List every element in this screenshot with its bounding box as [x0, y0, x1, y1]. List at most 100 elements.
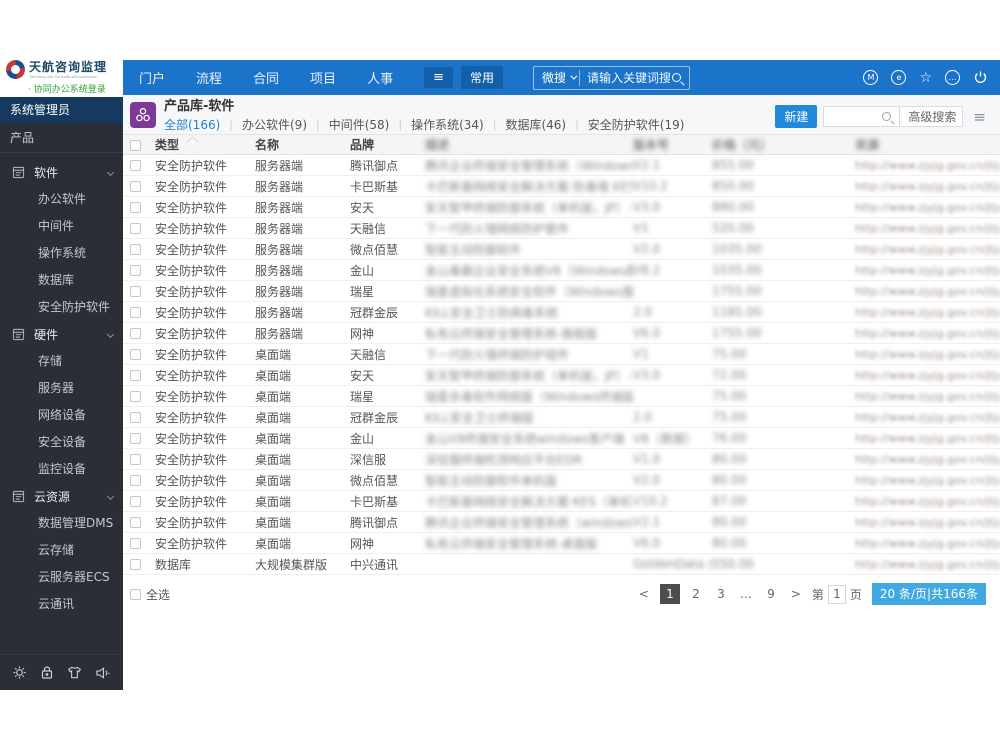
sidebar-section-product[interactable]: 产品: [0, 123, 123, 153]
toolbar: 新建 高级搜索 ≡: [775, 105, 986, 128]
row-checkbox[interactable]: [130, 517, 141, 528]
nav-item-4[interactable]: 项目: [310, 68, 336, 87]
row-checkbox[interactable]: [130, 181, 141, 192]
cell-price: 80.00: [712, 452, 747, 466]
sidebar-item-数据管理DMS[interactable]: 数据管理DMS: [0, 510, 123, 537]
cell-desc: 下一代防火墙终端防护组件: [425, 347, 570, 362]
more-icon[interactable]: …: [945, 70, 960, 85]
table-search-input[interactable]: [824, 109, 883, 124]
page-button-2[interactable]: 2: [687, 584, 705, 604]
settings-gear-icon[interactable]: [12, 665, 27, 680]
row-checkbox-cell: [130, 326, 155, 340]
sidebar-item-云存储[interactable]: 云存储: [0, 537, 123, 564]
sidebar-item-监控设备[interactable]: 监控设备: [0, 456, 123, 483]
search-icon[interactable]: [882, 112, 892, 121]
list-view-toggle-icon[interactable]: ≡: [973, 108, 986, 126]
row-checkbox[interactable]: [130, 538, 141, 549]
page-prev-button[interactable]: <: [635, 584, 653, 604]
sidebar-group-3[interactable]: 云资源: [0, 483, 123, 510]
theme-shirt-icon[interactable]: [67, 666, 82, 680]
tab-1[interactable]: 全部(166): [164, 116, 220, 133]
cell-brand: 腾讯御点: [350, 515, 399, 530]
sidebar-item-中间件[interactable]: 中间件: [0, 213, 123, 240]
row-checkbox[interactable]: [130, 349, 141, 360]
nav-common-button[interactable]: 常用: [460, 66, 503, 89]
sidebar-item-办公软件[interactable]: 办公软件: [0, 186, 123, 213]
page-next-button[interactable]: >: [787, 584, 805, 604]
message-icon[interactable]: M: [863, 70, 879, 85]
oa-login-link[interactable]: · 协同办公系统登录: [6, 82, 123, 95]
power-icon[interactable]: [973, 70, 988, 85]
sidebar-item-安全防护软件[interactable]: 安全防护软件: [0, 294, 123, 321]
sidebar-item-网络设备[interactable]: 网络设备: [0, 402, 123, 429]
nav-item-5[interactable]: 人事: [367, 68, 393, 87]
cell-name: 桌面端: [255, 452, 292, 467]
row-checkbox[interactable]: [130, 307, 141, 318]
sidebar-item-存储[interactable]: 存储: [0, 348, 123, 375]
row-checkbox[interactable]: [130, 370, 141, 381]
advanced-search-link[interactable]: 高级搜索: [902, 106, 964, 127]
nav-item-1[interactable]: 门户: [139, 68, 165, 87]
header-checkbox[interactable]: [130, 139, 141, 151]
chat-icon[interactable]: e: [891, 70, 907, 85]
row-checkbox[interactable]: [130, 265, 141, 276]
sidebar-item-云通讯[interactable]: 云通讯: [0, 591, 123, 618]
tab-3[interactable]: 中间件(58): [329, 116, 390, 133]
cell-source: http://www.zjyjg.gov.cn/jtjg/: [855, 494, 1000, 508]
row-checkbox[interactable]: [130, 286, 141, 297]
select-all[interactable]: 全选: [130, 586, 170, 603]
row-checkbox[interactable]: [130, 328, 141, 339]
sidebar-group-1[interactable]: 软件: [0, 159, 123, 186]
cell-brand: 安天: [350, 200, 375, 215]
sidebar-item-安全设备[interactable]: 安全设备: [0, 429, 123, 456]
tab-6[interactable]: 安全防护软件(19): [588, 116, 685, 133]
nav-item-3[interactable]: 合同: [253, 68, 279, 87]
row-checkbox[interactable]: [130, 223, 141, 234]
row-checkbox[interactable]: [130, 244, 141, 255]
sidebar-group-2[interactable]: 硬件: [0, 321, 123, 348]
row-checkbox[interactable]: [130, 391, 141, 402]
row-checkbox[interactable]: [130, 475, 141, 486]
global-search-input[interactable]: [580, 70, 673, 85]
divider: |: [492, 118, 497, 131]
page-jump-input[interactable]: 1: [827, 584, 846, 604]
tab-5[interactable]: 数据库(46): [505, 116, 566, 133]
sidebar-role: 系统管理员: [0, 97, 123, 123]
lock-icon[interactable]: [40, 665, 54, 680]
search-icon[interactable]: [672, 73, 682, 82]
page-button-9[interactable]: 9: [762, 584, 780, 604]
row-checkbox-cell: [130, 452, 155, 466]
page-button-1[interactable]: 1: [659, 584, 680, 604]
sidebar-item-数据库[interactable]: 数据库: [0, 267, 123, 294]
page-button-3[interactable]: 3: [712, 584, 730, 604]
sidebar-item-云服务器ECS[interactable]: 云服务器ECS: [0, 564, 123, 591]
row-checkbox[interactable]: [130, 160, 141, 171]
wesearch-dropdown[interactable]: 微搜: [534, 69, 579, 86]
row-checkbox[interactable]: [130, 559, 141, 570]
row-checkbox[interactable]: [130, 433, 141, 444]
cell-type: 安全防护软件: [155, 242, 228, 257]
cell-name: 桌面端: [255, 347, 292, 362]
row-checkbox[interactable]: [130, 496, 141, 507]
table-row: 数据库 大规模集群版 中兴通讯 GoldenData s...550.00 http:/…: [123, 554, 1000, 575]
tab-4[interactable]: 操作系统(34): [411, 116, 484, 133]
new-button[interactable]: 新建: [775, 105, 818, 128]
nav-item-2[interactable]: 流程: [196, 68, 222, 87]
row-checkbox[interactable]: [130, 412, 141, 423]
select-all-checkbox[interactable]: [130, 588, 141, 600]
cell-version: V8（数据）: [633, 431, 697, 446]
sidebar-item-操作系统[interactable]: 操作系统: [0, 240, 123, 267]
cell-source: http://www.zjyjg.gov.cn/jtjg/: [855, 305, 1000, 319]
row-checkbox[interactable]: [130, 454, 141, 465]
table-row: 安全防护软件 桌面端 网神 私有云终端安全管理系统-桌面版 V6.0 80.00 http:…: [123, 533, 1000, 554]
table-row: 安全防护软件 服务器端 卡巴斯基 卡巴斯基网络安全解决方案·防毒墙 KES（医...V…: [123, 176, 1000, 197]
table-row: 安全防护软件 服务器端 网神 私有云终端安全管理系统-旗舰版 V6.0 1755.00 ht…: [123, 323, 1000, 344]
tab-2[interactable]: 办公软件(9): [242, 116, 307, 133]
sidebar-item-服务器[interactable]: 服务器: [0, 375, 123, 402]
per-page-badge[interactable]: 20 条/页|共166条: [871, 583, 986, 605]
nav-menu-button[interactable]: ≡: [424, 67, 453, 88]
table-row: 安全防护软件 服务器端 微点佰慧 智能主动防御软件 V2.0 1035.00 http://…: [123, 239, 1000, 260]
row-checkbox[interactable]: [130, 202, 141, 213]
favorite-icon[interactable]: ☆: [919, 71, 932, 85]
volume-icon[interactable]: [95, 666, 111, 680]
